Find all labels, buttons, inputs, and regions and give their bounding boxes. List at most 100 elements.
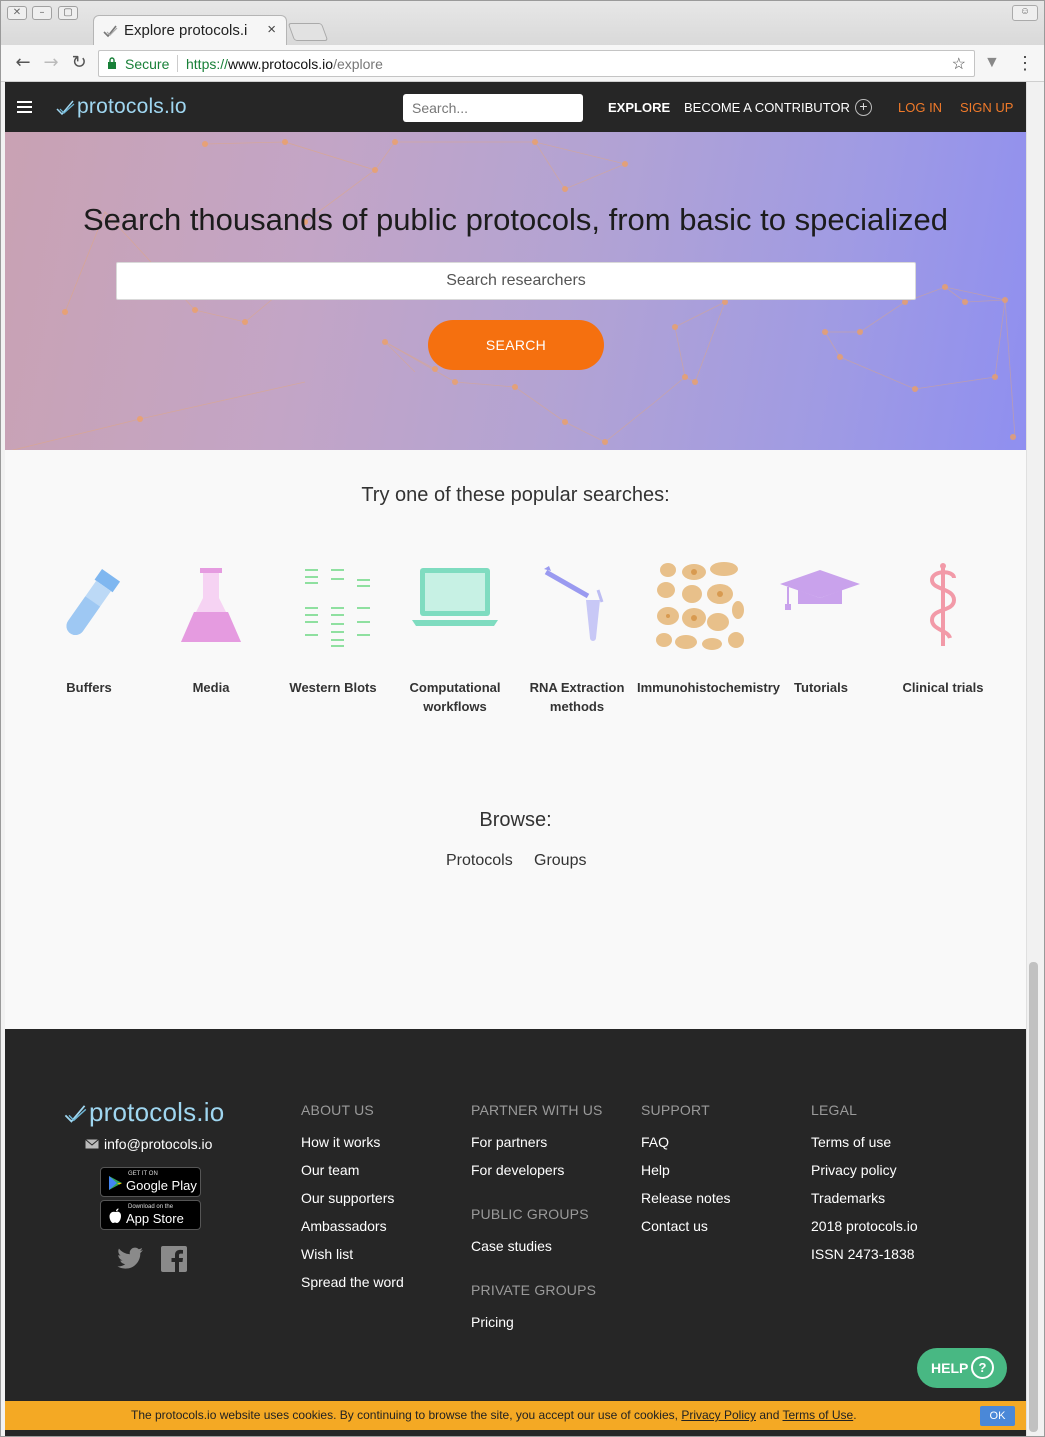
help-button[interactable]: HELP ? xyxy=(917,1348,1007,1388)
address-bar[interactable]: Secure https://www.protocols.io/explore … xyxy=(98,50,975,77)
terms-of-use-link[interactable]: Terms of Use xyxy=(783,1408,854,1422)
twitter-icon[interactable] xyxy=(116,1246,144,1272)
category-rna-extraction[interactable]: RNA Extraction methods xyxy=(515,560,639,720)
footer-logo-text: protocols.io xyxy=(89,1097,225,1127)
nav-sign-up[interactable]: SIGN UP xyxy=(960,100,1013,115)
page-viewport: protocols.io EXPLORE BECOME A CONTRIBUTO… xyxy=(5,82,1026,1436)
logo-text: protocols.io xyxy=(77,95,187,118)
browse-groups-link[interactable]: Groups xyxy=(534,852,586,870)
extension-icon[interactable]: ▼ xyxy=(984,54,1000,72)
cookie-ok-button[interactable]: OK xyxy=(980,1406,1015,1426)
browse-protocols-link[interactable]: Protocols xyxy=(446,852,513,870)
add-circle-icon[interactable]: + xyxy=(855,99,872,116)
page-scrollbar[interactable] xyxy=(1026,82,1040,1436)
lock-icon xyxy=(108,57,116,69)
window-close-icon[interactable]: ✕ xyxy=(7,6,27,20)
reload-icon[interactable]: ↻ xyxy=(69,53,89,73)
category-label: Computational workflows xyxy=(409,680,501,714)
header-search-input[interactable] xyxy=(403,94,583,122)
window-maximize-icon[interactable]: ▢ xyxy=(58,6,78,20)
footer-email-link[interactable]: info@protocols.io xyxy=(85,1136,212,1152)
privacy-policy-link[interactable]: Privacy Policy xyxy=(681,1408,756,1422)
footer-link[interactable]: For developers xyxy=(471,1162,564,1178)
footer-link[interactable]: Spread the word xyxy=(301,1274,404,1290)
footer-heading-private-groups: PRIVATE GROUPS xyxy=(471,1282,597,1298)
category-western-blots[interactable]: Western Blots xyxy=(271,560,395,720)
category-tutorials[interactable]: Tutorials xyxy=(759,560,883,720)
tissue-icon xyxy=(656,562,744,650)
hero-search-button[interactable]: SEARCH xyxy=(428,320,604,370)
footer-link[interactable]: Privacy policy xyxy=(811,1162,897,1178)
bookmark-star-icon[interactable]: ☆ xyxy=(952,54,966,74)
pipette-icon xyxy=(544,566,604,641)
window-minimize-icon[interactable]: – xyxy=(32,6,52,20)
nav-become-contributor[interactable]: BECOME A CONTRIBUTOR xyxy=(684,100,850,115)
footer-link[interactable]: Ambassadors xyxy=(301,1218,387,1234)
category-label: RNA Extraction methods xyxy=(529,680,625,714)
popular-categories: Buffers Media Western Blots Computationa… xyxy=(27,560,1007,720)
nav-log-in[interactable]: LOG IN xyxy=(898,100,942,115)
footer-link[interactable]: FAQ xyxy=(641,1134,669,1150)
footer-logo[interactable]: protocols.io xyxy=(63,1097,224,1128)
footer-link[interactable]: Our team xyxy=(301,1162,359,1178)
browser-tab-active[interactable]: Explore protocols.i × xyxy=(93,15,287,46)
forward-arrow-icon[interactable]: → xyxy=(41,53,61,73)
category-label: Immunohistochemistry xyxy=(637,680,781,695)
url-text[interactable]: https://www.protocols.io/explore xyxy=(186,56,383,72)
footer-link[interactable]: Help xyxy=(641,1162,670,1178)
footer-link[interactable]: Terms of use xyxy=(811,1134,891,1150)
profile-icon[interactable]: ☺ xyxy=(1012,5,1038,21)
hamburger-menu-icon[interactable] xyxy=(17,101,32,113)
graduation-cap-icon xyxy=(780,570,860,610)
footer-issn: ISSN 2473-1838 xyxy=(811,1246,915,1262)
nav-explore[interactable]: EXPLORE xyxy=(608,100,670,115)
caduceus-icon xyxy=(929,563,957,646)
footer-link[interactable]: Wish list xyxy=(301,1246,353,1262)
category-computational-workflows[interactable]: Computational workflows xyxy=(393,560,517,720)
category-label: Buffers xyxy=(66,680,112,695)
footer-link[interactable]: Pricing xyxy=(471,1314,514,1330)
cookie-banner: The protocols.io website uses cookies. B… xyxy=(5,1401,1026,1430)
hero-search-input[interactable] xyxy=(116,262,916,300)
category-clinical-trials[interactable]: Clinical trials xyxy=(881,560,1005,720)
google-play-badge[interactable]: GET IT ON Google Play xyxy=(100,1167,201,1197)
browser-menu-icon[interactable]: ⋮ xyxy=(1016,53,1034,74)
protocols-favicon-icon xyxy=(103,25,118,38)
laptop-icon xyxy=(412,568,498,626)
tab-close-icon[interactable]: × xyxy=(267,21,276,38)
category-immunohistochemistry[interactable]: Immunohistochemistry xyxy=(637,560,781,720)
browser-toolbar: ← → ↻ Secure https://www.protocols.io/ex… xyxy=(1,45,1044,82)
category-label: Clinical trials xyxy=(902,680,984,695)
cookie-message: The protocols.io website uses cookies. B… xyxy=(131,1408,857,1422)
site-logo[interactable]: protocols.io xyxy=(55,94,187,120)
footer-heading-about: ABOUT US xyxy=(301,1102,374,1118)
category-label: Media xyxy=(192,680,230,695)
footer-heading-partner: PARTNER WITH US xyxy=(471,1102,603,1118)
apple-icon xyxy=(109,1208,121,1223)
browser-window: ✕ – ▢ Explore protocols.i × ☺ ← → ↻ Secu… xyxy=(0,0,1045,1437)
footer-link[interactable]: Contact us xyxy=(641,1218,708,1234)
scrollbar-thumb[interactable] xyxy=(1029,962,1038,1432)
footer-link[interactable]: For partners xyxy=(471,1134,547,1150)
footer-link[interactable]: Trademarks xyxy=(811,1190,885,1206)
app-store-badge[interactable]: Download on the App Store xyxy=(100,1200,201,1230)
footer-heading-legal: LEGAL xyxy=(811,1102,858,1118)
footer-link[interactable]: Our supporters xyxy=(301,1190,394,1206)
category-buffers[interactable]: Buffers xyxy=(27,560,151,720)
test-tube-icon xyxy=(66,568,121,636)
logo-check-icon xyxy=(64,1104,87,1123)
footer-heading-support: SUPPORT xyxy=(641,1102,710,1118)
footer-copyright: 2018 protocols.io xyxy=(811,1218,918,1234)
back-arrow-icon[interactable]: ← xyxy=(13,53,33,73)
facebook-icon[interactable] xyxy=(160,1246,188,1272)
envelope-icon xyxy=(85,1139,99,1149)
footer-link[interactable]: How it works xyxy=(301,1134,380,1150)
footer-link[interactable]: Case studies xyxy=(471,1238,552,1254)
footer-link[interactable]: Release notes xyxy=(641,1190,731,1206)
logo-check-icon xyxy=(56,100,75,116)
new-tab-button[interactable] xyxy=(287,23,329,41)
hero-banner: Search thousands of public protocols, fr… xyxy=(5,132,1026,450)
popular-searches-title: Try one of these popular searches: xyxy=(361,484,670,506)
footer-heading-public-groups: PUBLIC GROUPS xyxy=(471,1206,589,1222)
category-media[interactable]: Media xyxy=(149,560,273,720)
